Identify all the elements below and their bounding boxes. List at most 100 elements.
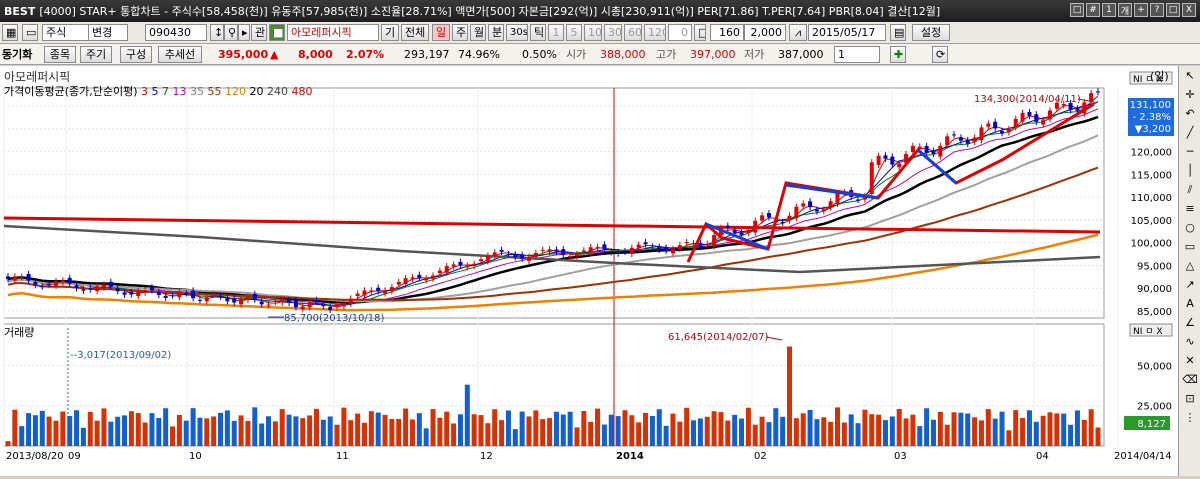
market-select[interactable]: 주식 (42, 24, 90, 41)
ma-period-label: 5 (148, 85, 159, 98)
minute-1-button[interactable]: 1 (548, 24, 564, 41)
compose-button[interactable]: 구성 (120, 46, 152, 63)
period-tick-button[interactable]: 틱 (530, 24, 546, 41)
undo-icon[interactable]: ↶ (1181, 105, 1199, 123)
chart-panel[interactable]: 130,000125,000120,000115,000110,000105,0… (0, 66, 1178, 476)
refresh-icon[interactable]: ⟳ (932, 46, 948, 63)
window-button[interactable]: + (1134, 3, 1148, 17)
code-input[interactable]: 090430 (145, 24, 207, 41)
stepper-icon[interactable]: ↕ (210, 24, 224, 41)
volume-bar (574, 427, 580, 446)
price-volume-chart[interactable]: 130,000125,000120,000115,000110,000105,0… (0, 66, 1178, 476)
window-button[interactable]: □ (1070, 3, 1084, 17)
candle-body (472, 263, 477, 267)
minute-120-button[interactable]: 120 (644, 24, 666, 41)
volume-bar (917, 426, 923, 446)
stock-name-field[interactable]: 아모레퍼시픽 (287, 24, 379, 41)
close-button[interactable]: X (1182, 3, 1196, 17)
volume-bar (1040, 415, 1046, 446)
chart-type-icon[interactable]: ⩘ (789, 24, 807, 41)
volume-bar (711, 411, 717, 446)
circle-icon[interactable]: ○ (1181, 219, 1199, 237)
candle-body (335, 304, 340, 308)
volume-bar (231, 420, 237, 446)
minute-30-button[interactable]: 30 (604, 24, 622, 41)
trendline-icon[interactable]: ╱ (1181, 124, 1199, 142)
window-button[interactable]: 1 (1102, 3, 1116, 17)
custom-minute-input[interactable]: 0 (668, 24, 692, 41)
search-icon[interactable]: ⚲ (224, 24, 238, 41)
cycle-icon[interactable]: ∿ (1181, 333, 1199, 351)
more-icon[interactable]: ⋮ (1181, 409, 1199, 427)
volume-bar (163, 408, 169, 446)
triangle-icon[interactable]: △ (1181, 257, 1199, 275)
volume-bar (368, 411, 374, 446)
crosshair-icon[interactable]: ✛ (1181, 86, 1199, 104)
ma-period-label: 13 (169, 85, 187, 98)
ma-period-label: 240 (263, 85, 289, 98)
candle-body (259, 301, 264, 305)
pointer-icon[interactable]: ↖ (1181, 67, 1199, 85)
period-button[interactable]: 주기 (80, 46, 112, 63)
rectangle-icon[interactable]: ▭ (1181, 238, 1199, 256)
overlay-select[interactable]: 1 (834, 46, 880, 63)
drawing-toolbar: ↖ ✛ ↶ ╱ ─ │ ⫽ ≡ ○ ▭ △ ↗ A ∠ ∿ ✕ ⌫ ⊡ ⋮ (1178, 66, 1200, 476)
volume-bar (1033, 421, 1039, 446)
candle-body (917, 146, 922, 149)
candle-body (485, 255, 490, 262)
volume-bar (601, 424, 607, 446)
flag-icon[interactable]: ■ (269, 24, 285, 41)
gann-icon[interactable]: ✕ (1181, 352, 1199, 370)
channel-icon[interactable]: ⫽ (1181, 181, 1199, 199)
span-input[interactable]: 2,000 (744, 24, 786, 41)
period-day-button[interactable]: 일 (432, 24, 450, 41)
price-tick-label: 110,000 (1131, 193, 1172, 204)
candle-body (287, 299, 292, 303)
lock-icon[interactable]: ⊡ (1181, 390, 1199, 408)
text-icon[interactable]: A (1181, 295, 1199, 313)
add-icon[interactable]: ✚ (890, 46, 906, 63)
item-button[interactable]: 종목 (44, 46, 76, 63)
period-month-button[interactable]: 월 (470, 24, 486, 41)
minute-10-button[interactable]: 10 (584, 24, 602, 41)
angle-icon[interactable]: ∠ (1181, 314, 1199, 332)
horizontal-line-icon[interactable]: ─ (1181, 143, 1199, 161)
app-logo: BEST (4, 4, 36, 18)
candle-body (184, 293, 189, 295)
monitor-icon[interactable]: ▭ (22, 24, 38, 41)
date-select[interactable]: 2015/05/17 (808, 24, 886, 41)
vertical-line-icon[interactable]: │ (1181, 162, 1199, 180)
volume-bar (739, 418, 745, 446)
open-value: 388,000 (600, 48, 646, 61)
help-button[interactable]: ? (1150, 3, 1164, 17)
play-icon[interactable]: ▸ (238, 24, 250, 41)
calendar-icon[interactable]: ▤ (890, 24, 906, 41)
settings-button[interactable]: 설정 (912, 24, 950, 41)
delete-icon[interactable]: ⌫ (1181, 371, 1199, 389)
checkbox-icon[interactable]: □ (694, 24, 706, 41)
fibonacci-icon[interactable]: ≡ (1181, 200, 1199, 218)
restore-button[interactable]: □ (1166, 3, 1180, 17)
minute-60-button[interactable]: 60 (624, 24, 642, 41)
candle-body (595, 246, 600, 248)
trendline-button[interactable]: 추세선 (158, 46, 202, 63)
arrow-icon[interactable]: ↗ (1181, 276, 1199, 294)
window-button[interactable]: 개 (1118, 3, 1132, 17)
period-week-button[interactable]: 주 (452, 24, 468, 41)
layout-icon[interactable]: ▦ (2, 24, 18, 41)
volume-bar (457, 414, 463, 446)
volume-bar (218, 412, 224, 446)
all-button[interactable]: 전체 (401, 24, 429, 41)
count-input[interactable]: 160 (710, 24, 744, 41)
period-30s-button[interactable]: 30s (506, 24, 528, 41)
open-label: 시가 (566, 48, 587, 61)
mode-select[interactable]: 변경 (88, 24, 128, 41)
low-annotation: 85,700(2013/10/18) (284, 313, 385, 324)
minute-5-button[interactable]: 5 (566, 24, 582, 41)
window-button[interactable]: # (1086, 3, 1100, 17)
volume-bar (1088, 409, 1094, 446)
gi-button[interactable]: 기 (381, 24, 399, 41)
related-button[interactable]: 관 (251, 24, 267, 41)
candle-body (88, 288, 93, 290)
period-minute-button[interactable]: 분 (488, 24, 504, 41)
